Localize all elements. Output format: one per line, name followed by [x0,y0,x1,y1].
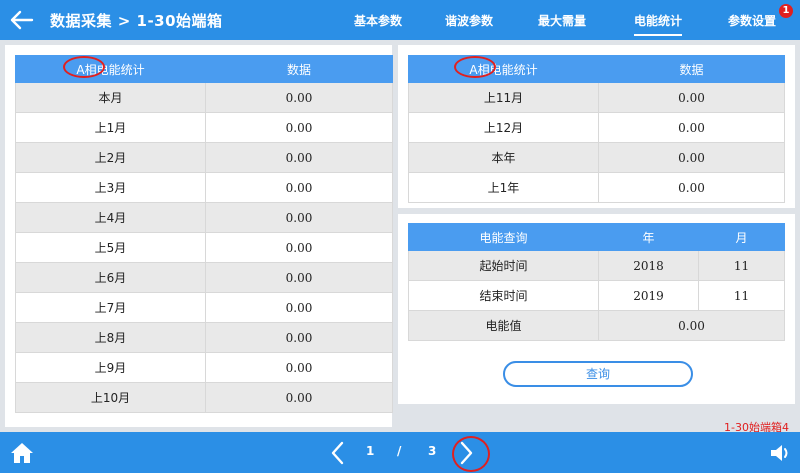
row-label: 上3月 [15,172,206,203]
table-row: 上6月 0.00 [15,262,393,293]
row-label: 上1月 [15,112,206,143]
table-row: 起始时间 2018 11 [408,250,785,281]
table-row: 上1月 0.00 [15,112,393,143]
row-value: 0.00 [205,232,393,263]
row-value: 0.00 [205,202,393,233]
sound-button[interactable] [770,443,792,463]
back-arrow-icon [10,10,34,30]
row-label: 上10月 [15,382,206,413]
row-label: 上9月 [15,352,206,383]
start-month-field[interactable]: 11 [698,250,785,281]
row-label: 上5月 [15,232,206,263]
left-energy-table: A相电能统计 数据 本月 0.00 上1月 0.00 上2月 0.00 上3月 … [15,55,393,413]
row-label: 本年 [408,142,599,173]
energy-query-table: 电能查询 年 月 起始时间 2018 11 结束时间 2019 11 电能值 0… [408,223,785,341]
table-row: 电能值 0.00 [408,310,785,341]
current-page: 1 [366,444,375,458]
row-label: 上12月 [408,112,599,143]
tab-harmonic-params[interactable]: 谐波参数 [445,12,493,29]
table-row: 上10月 0.00 [15,382,393,413]
end-time-label: 结束时间 [408,280,599,311]
table-row: 本月 0.00 [15,82,393,113]
table-row: 上3月 0.00 [15,172,393,203]
tab-max-demand[interactable]: 最大需量 [538,12,586,29]
top-bar: 数据采集 > 1-30始端箱 基本参数 谐波参数 最大需量 电能统计 参数设置 … [0,0,800,40]
table-row: 本年 0.00 [408,142,785,173]
table-row: 上5月 0.00 [15,232,393,263]
tab-param-settings[interactable]: 参数设置 [728,12,776,29]
table-row: 上7月 0.00 [15,292,393,323]
row-value: 0.00 [205,352,393,383]
end-year-field[interactable]: 2019 [598,280,699,311]
row-label: 上1年 [408,172,599,203]
page-title: 数据采集 > 1-30始端箱 [50,12,223,30]
chevron-right-icon [460,441,473,465]
row-label: 上11月 [408,82,599,113]
row-value: 0.00 [205,322,393,353]
col-header-data: 数据 [205,55,393,83]
col-header-stat: A相电能统计 [408,55,599,83]
row-value: 0.00 [598,82,785,113]
page-separator: / [397,444,402,458]
row-value: 0.00 [598,142,785,173]
table-row: 结束时间 2019 11 [408,280,785,311]
tab-basic-params[interactable]: 基本参数 [354,12,402,29]
prev-page-button[interactable] [328,441,348,465]
row-label: 上2月 [15,142,206,173]
table-row: 上2月 0.00 [15,142,393,173]
row-label: 上8月 [15,322,206,353]
row-value: 0.00 [205,82,393,113]
col-header-year: 年 [598,223,699,251]
home-button[interactable] [10,442,34,464]
table-row: 上4月 0.00 [15,202,393,233]
speaker-icon [771,445,788,461]
tab-energy-stats[interactable]: 电能统计 [634,12,683,36]
row-value: 0.00 [205,262,393,293]
start-year-field[interactable]: 2018 [598,250,699,281]
row-label: 上7月 [15,292,206,323]
table-row: 上8月 0.00 [15,322,393,353]
row-label: 上6月 [15,262,206,293]
row-label: 本月 [15,82,206,113]
row-value: 0.00 [205,382,393,413]
table-row: 上9月 0.00 [15,352,393,383]
query-button[interactable]: 查询 [503,361,693,387]
row-value: 0.00 [205,112,393,143]
start-time-label: 起始时间 [408,250,599,281]
chevron-left-icon [331,441,344,465]
total-pages: 3 [428,444,437,458]
end-month-field[interactable]: 11 [698,280,785,311]
col-header-stat: A相电能统计 [15,55,206,83]
row-label: 上4月 [15,202,206,233]
home-icon [11,443,33,463]
col-header-month: 月 [698,223,785,251]
row-value: 0.00 [205,172,393,203]
table-row: 上11月 0.00 [408,82,785,113]
col-header-data: 数据 [598,55,785,83]
back-button[interactable] [8,6,36,34]
table-row: 上12月 0.00 [408,112,785,143]
row-value: 0.00 [205,292,393,323]
notification-badge: 1 [779,4,793,18]
row-value: 0.00 [598,112,785,143]
bottom-bar: 1 / 3 [0,432,800,473]
row-value: 0.00 [598,172,785,203]
row-value: 0.00 [205,142,393,173]
energy-value: 0.00 [598,310,785,341]
next-page-button[interactable] [456,441,476,465]
col-header-query: 电能查询 [408,223,599,251]
right-energy-table: A相电能统计 数据 上11月 0.00 上12月 0.00 本年 0.00 上1… [408,55,785,203]
table-row: 上1年 0.00 [408,172,785,203]
energy-value-label: 电能值 [408,310,599,341]
